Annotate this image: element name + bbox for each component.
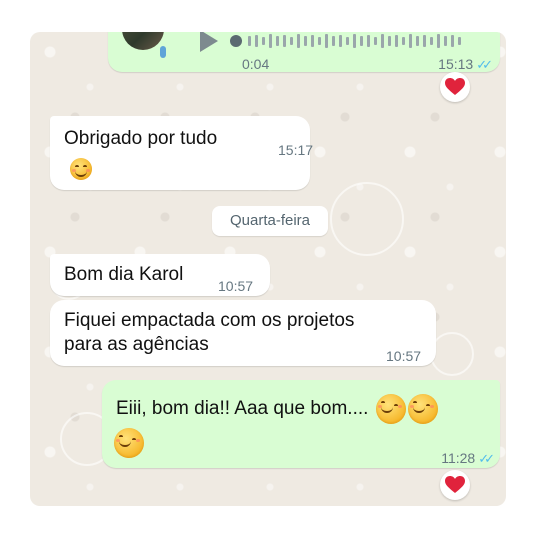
reaction-badge[interactable] bbox=[440, 470, 470, 500]
microphone-icon bbox=[160, 46, 166, 58]
message-time: 10:57 bbox=[218, 278, 254, 294]
avatar bbox=[122, 32, 164, 50]
heart-icon bbox=[445, 78, 465, 95]
voice-note-duration: 0:04 bbox=[242, 56, 270, 72]
smiling-face-emoji bbox=[70, 158, 92, 180]
double-check-icon: ✓✓ bbox=[478, 451, 495, 466]
message-time: 10:57 bbox=[386, 348, 422, 364]
reaction-badge[interactable] bbox=[440, 72, 470, 102]
message-text: Bom dia Karol bbox=[64, 264, 184, 285]
outgoing-message[interactable]: Eiii, bom dia!! Aaa que bom.... 11:28 ✓✓ bbox=[102, 380, 500, 468]
message-text-line-2: para as agências bbox=[64, 334, 209, 355]
message-text-line-1: Fiquei empactada com os projetos bbox=[64, 310, 355, 331]
message-body: Eiii, bom dia!! Aaa que bom.... bbox=[116, 398, 369, 420]
smiling-face-emoji bbox=[375, 394, 406, 424]
wallpaper-doodle bbox=[430, 332, 474, 376]
incoming-message[interactable]: Fiquei empactada com os projetos para as… bbox=[50, 300, 436, 366]
double-check-icon: ✓✓ bbox=[476, 57, 493, 72]
voice-note-time: 15:13 bbox=[438, 56, 474, 72]
play-icon[interactable] bbox=[200, 32, 218, 52]
message-text: Obrigado por tudo bbox=[64, 128, 218, 149]
message-text: Eiii, bom dia!! Aaa que bom.... bbox=[116, 394, 438, 424]
smiling-face-emoji bbox=[114, 428, 144, 458]
smiling-face-emoji bbox=[407, 394, 438, 424]
day-separator: Quarta-feira bbox=[212, 206, 328, 236]
wallpaper-doodle bbox=[330, 182, 404, 256]
voice-note-bubble[interactable]: 0:04 15:13 ✓✓ bbox=[108, 32, 500, 72]
voice-note-timestamp: 15:13 ✓✓ bbox=[438, 52, 493, 77]
heart-icon bbox=[445, 476, 465, 493]
message-time: 11:28 bbox=[441, 450, 476, 466]
message-timestamp: 11:28 ✓✓ bbox=[441, 446, 495, 471]
chat-area[interactable]: 0:04 15:13 ✓✓ Obrigado por tudo 15:17 Qua… bbox=[30, 32, 506, 506]
incoming-message[interactable]: Obrigado por tudo 15:17 bbox=[50, 116, 314, 190]
waveform-bars bbox=[230, 34, 461, 48]
message-time: 15:17 bbox=[278, 142, 314, 158]
incoming-message[interactable]: Bom dia Karol 10:57 bbox=[50, 254, 270, 296]
waveform[interactable] bbox=[230, 32, 480, 50]
